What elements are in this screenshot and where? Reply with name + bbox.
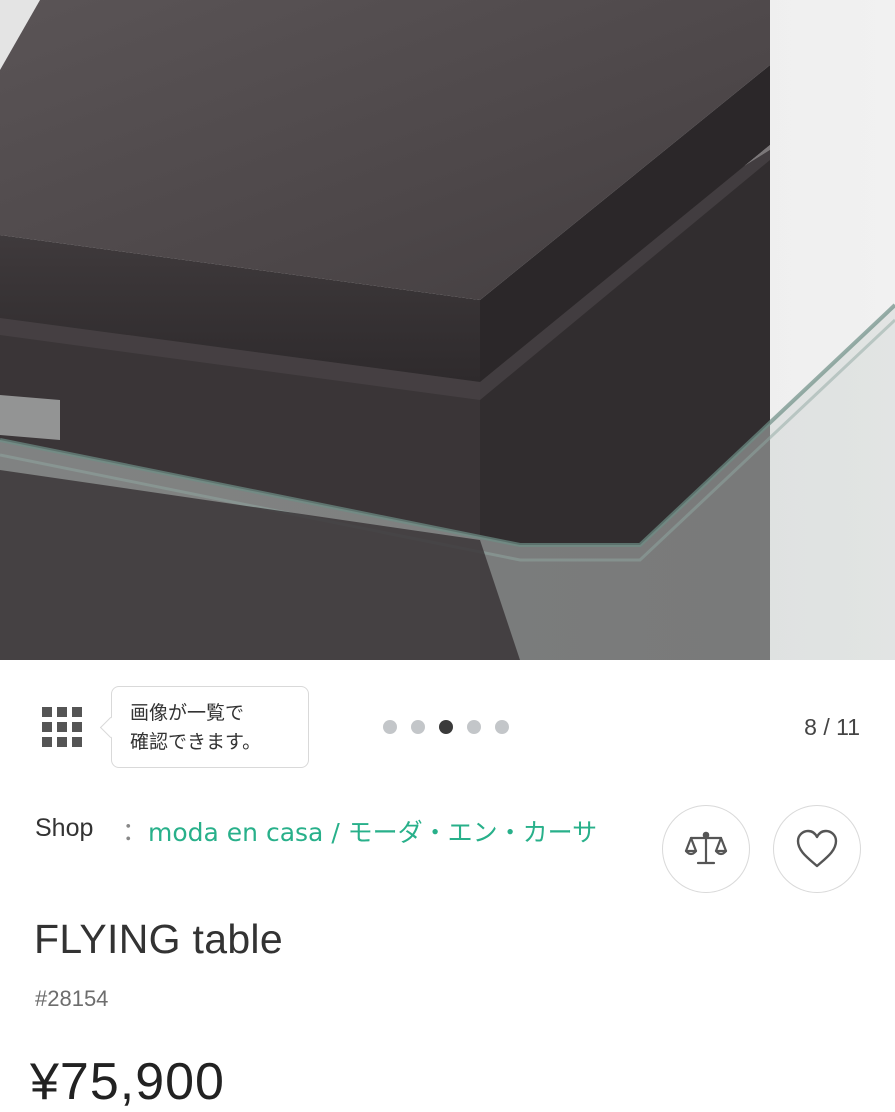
scale-icon <box>684 831 728 865</box>
image-counter: 8 / 11 <box>804 714 860 740</box>
product-photo <box>0 0 895 660</box>
carousel-dot-2[interactable] <box>411 720 425 734</box>
carousel-dot-4[interactable] <box>467 720 481 734</box>
compare-button[interactable] <box>662 805 750 893</box>
favorite-button[interactable] <box>773 805 861 893</box>
product-price: ¥75,900 <box>30 1053 225 1111</box>
heart-icon <box>796 829 838 868</box>
shop-separator: ： <box>122 818 148 846</box>
shop-label: Shop <box>35 814 94 842</box>
carousel-dots <box>383 720 509 736</box>
product-image[interactable] <box>0 0 895 660</box>
tooltip-line-1: 画像が一覧で <box>130 702 245 724</box>
product-title: FLYING table <box>34 916 283 962</box>
product-id: #28154 <box>35 986 109 1011</box>
grid-icon[interactable] <box>42 707 84 749</box>
shop-name-link[interactable]: moda en casa / モーダ・エン・カーサ <box>148 812 598 854</box>
carousel-dot-1[interactable] <box>383 720 397 734</box>
carousel-dot-active[interactable] <box>439 720 453 734</box>
gallery-tooltip: 画像が一覧で 確認できます。 <box>111 686 309 768</box>
carousel-dot-5[interactable] <box>495 720 509 734</box>
tooltip-line-2: 確認できます。 <box>130 731 262 753</box>
